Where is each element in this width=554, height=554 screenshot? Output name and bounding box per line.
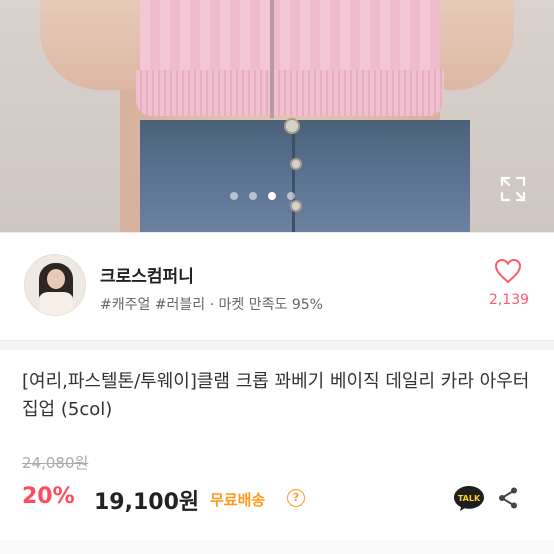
jeans-button (290, 200, 302, 212)
product-image-carousel[interactable] (0, 0, 554, 232)
denim-jeans (140, 120, 470, 232)
carousel-dot[interactable] (249, 192, 257, 200)
original-price: 24,080원 (22, 454, 89, 472)
shop-avatar[interactable] (24, 254, 86, 316)
shop-name[interactable]: 크로스컴퍼니 (100, 262, 194, 287)
carousel-dot[interactable] (287, 192, 295, 200)
jeans-button (284, 118, 300, 134)
shop-tags: #캐주얼 #러블리 · 마켓 만족도 95% (100, 297, 323, 313)
jeans-fly-seam (292, 122, 295, 232)
shop-info-row[interactable]: 크로스컴퍼니 #캐주얼 #러블리 · 마켓 만족도 95% 2,139 (0, 240, 554, 340)
jeans-button (290, 158, 302, 170)
sale-price: 19,100원 (94, 490, 200, 515)
product-title: [여리,파스텔톤/투웨이]클램 크롭 꽈베기 베이직 데일리 카라 아우터 집업… (22, 371, 530, 420)
sweater-zipper (270, 0, 274, 118)
sweater-ribbed-hem (136, 70, 444, 116)
section-separator (0, 340, 554, 350)
heart-outline-icon[interactable] (494, 258, 522, 284)
carousel-dot-active[interactable] (268, 192, 276, 200)
bottom-spacer (0, 540, 554, 554)
share-icon[interactable] (496, 486, 520, 510)
free-shipping-label: 무료배송 (210, 491, 266, 509)
like-count: 2,139 (488, 292, 530, 308)
discount-rate: 20% (22, 484, 75, 509)
talk-label: TALK (458, 494, 481, 503)
expand-icon[interactable] (500, 176, 526, 202)
carousel-dots (230, 192, 295, 200)
info-icon[interactable]: ? (287, 489, 305, 507)
divider (0, 232, 554, 233)
kakao-talk-icon[interactable]: TALK (452, 484, 486, 512)
carousel-dot[interactable] (230, 192, 238, 200)
